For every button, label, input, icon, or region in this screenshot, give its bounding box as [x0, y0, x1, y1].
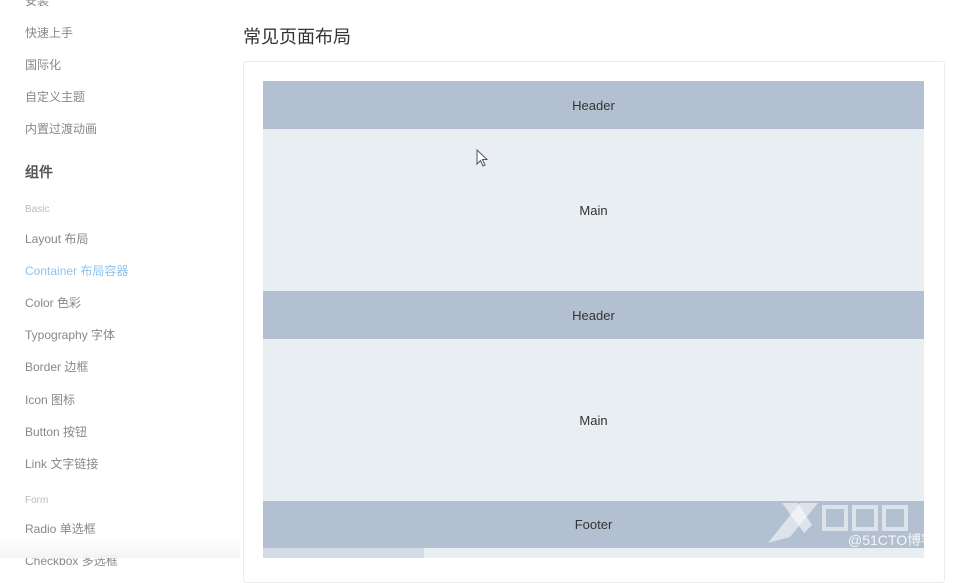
page-title: 常见页面布局 [243, 27, 351, 47]
layout-header-2: Header [263, 291, 924, 339]
layout-footer: Footer [263, 501, 924, 548]
sidebar-subgroup-basic: Basic [25, 204, 50, 215]
layout-aside-partial [263, 548, 424, 558]
sidebar-subgroup-form: Form [25, 495, 49, 506]
sidebar-item-icon[interactable]: Icon 图标 [25, 391, 75, 408]
sidebar-group-components: 组件 [25, 164, 53, 180]
sidebar-item-i18n[interactable]: 国际化 [25, 56, 61, 73]
scroll-fade [0, 538, 240, 558]
sidebar-item-border[interactable]: Border 边框 [25, 358, 88, 375]
layout-header: Header [263, 81, 924, 129]
sidebar-item-radio[interactable]: Radio 单选框 [25, 520, 96, 537]
sidebar-item-install[interactable]: 安装 [25, 0, 49, 9]
sidebar-item-layout[interactable]: Layout 布局 [25, 230, 88, 247]
sidebar-item-quickstart[interactable]: 快速上手 [25, 24, 73, 41]
watermark-text: @51CTO博客 [848, 532, 936, 548]
sidebar: 安装 快速上手 国际化 自定义主题 内置过渡动画 组件 Basic Layout… [0, 0, 240, 568]
layout-main-2: Main [263, 339, 924, 501]
sidebar-item-typography[interactable]: Typography 字体 [25, 326, 115, 343]
sidebar-item-button[interactable]: Button 按钮 [25, 423, 87, 440]
sidebar-item-theme[interactable]: 自定义主题 [25, 88, 85, 105]
sidebar-item-container[interactable]: Container 布局容器 [25, 262, 128, 279]
mouse-cursor-icon [476, 149, 489, 167]
sidebar-item-color[interactable]: Color 色彩 [25, 294, 81, 311]
layout-main: Main [263, 129, 924, 291]
sidebar-item-transition[interactable]: 内置过渡动画 [25, 120, 97, 137]
sidebar-item-link[interactable]: Link 文字链接 [25, 455, 98, 472]
